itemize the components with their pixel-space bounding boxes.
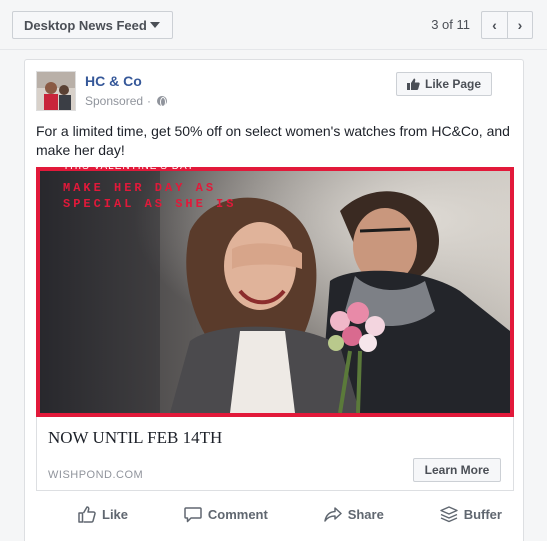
- buffer-button[interactable]: Buffer: [439, 505, 502, 523]
- pager-count: 3 of 11: [431, 17, 470, 32]
- page-avatar[interactable]: [36, 71, 76, 111]
- preview-toolbar: Desktop News Feed 3 of 11 ‹ ›: [0, 0, 547, 50]
- chevron-right-icon: ›: [517, 17, 523, 33]
- sponsored-row: Sponsored ·: [85, 94, 168, 108]
- ad-card: HC & Co Sponsored · Like Page For a limi…: [24, 59, 524, 541]
- thumbs-up-icon: [78, 505, 96, 523]
- share-button[interactable]: Share: [323, 506, 384, 523]
- like-page-button[interactable]: Like Page: [396, 72, 492, 96]
- next-button[interactable]: ›: [507, 12, 532, 38]
- share-label: Share: [347, 506, 384, 522]
- image-headline-text: MAKE HER DAY AS SPECIAL AS SHE IS: [63, 181, 237, 211]
- caret-down-icon: [150, 22, 160, 28]
- like-label: Like: [102, 506, 129, 522]
- prev-button[interactable]: ‹: [482, 12, 507, 38]
- learn-more-button[interactable]: Learn More: [413, 458, 501, 482]
- image-kicker-text: THIS VALENTINE'S DAY: [63, 161, 195, 172]
- comment-button[interactable]: Comment: [184, 506, 268, 523]
- post-message: For a limited time, get 50% off on selec…: [36, 123, 510, 158]
- sponsored-separator: ·: [147, 94, 152, 108]
- thumbs-up-icon: [406, 78, 420, 90]
- pager-buttons: ‹ ›: [481, 11, 533, 39]
- like-button[interactable]: Like: [78, 505, 129, 523]
- buffer-label: Buffer: [463, 506, 502, 522]
- comment-icon: [184, 506, 202, 522]
- like-page-label: Like Page: [424, 77, 482, 91]
- link-domain: WISHPOND.COM: [48, 469, 144, 481]
- post-actions: Like Comment Share Buffer: [36, 498, 514, 530]
- comment-label: Comment: [207, 506, 268, 522]
- link-title: NOW UNTIL FEB 14TH: [48, 428, 223, 447]
- page-name-link[interactable]: HC & Co: [85, 73, 142, 89]
- globe-icon[interactable]: [157, 96, 168, 107]
- share-icon: [323, 506, 342, 522]
- ad-preview: Desktop News Feed 3 of 11 ‹ › HC & Co Sp…: [0, 0, 547, 541]
- chevron-left-icon: ‹: [492, 17, 497, 33]
- link-preview[interactable]: NOW UNTIL FEB 14TH WISHPOND.COM Learn Mo…: [36, 417, 514, 491]
- sponsored-label: Sponsored: [85, 94, 144, 108]
- avatar-image: [37, 72, 75, 110]
- buffer-icon: [439, 505, 458, 522]
- placement-dropdown[interactable]: Desktop News Feed: [12, 11, 173, 39]
- placement-label: Desktop News Feed: [24, 17, 147, 33]
